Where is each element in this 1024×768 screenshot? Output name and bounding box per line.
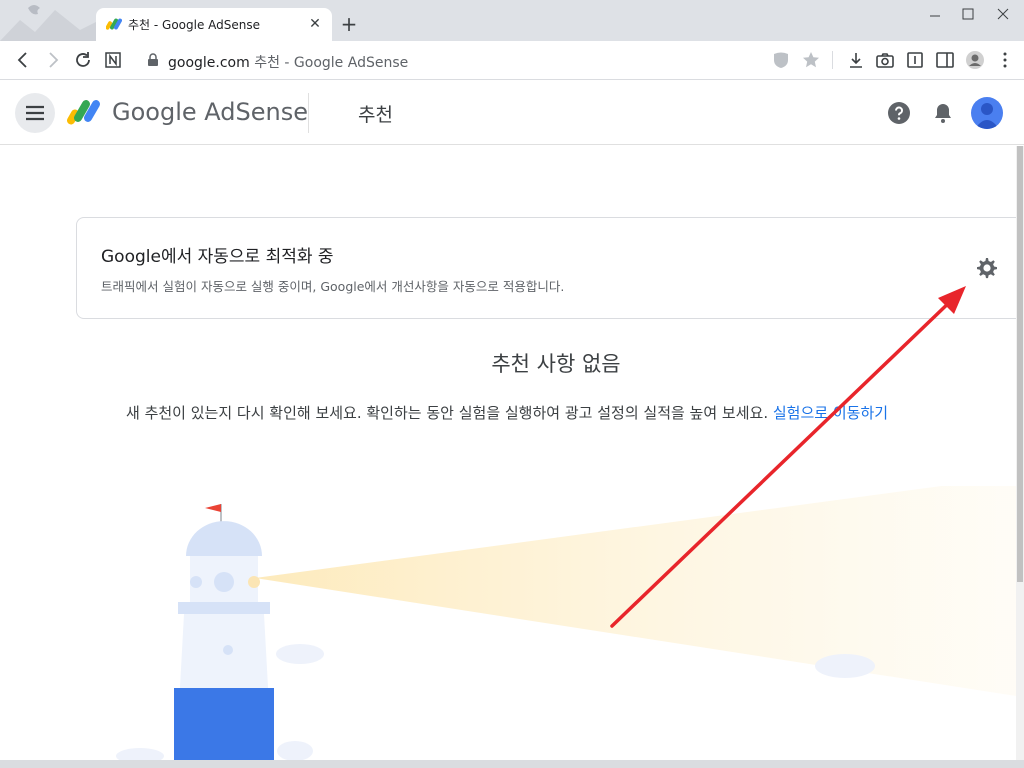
camera-icon[interactable] [874, 49, 896, 71]
flag-icon [205, 504, 221, 512]
new-tab-icon[interactable]: + [338, 13, 360, 35]
window-close-icon[interactable] [988, 2, 1018, 26]
gear-icon[interactable] [975, 256, 999, 280]
url-page-title: 추천 - Google AdSense [249, 55, 409, 71]
light-beam [255, 486, 1016, 696]
arrow-right-icon[interactable] [42, 49, 64, 71]
go-to-experiments-link[interactable]: 실험으로 이동하기 [773, 404, 888, 422]
extension-n-icon[interactable] [102, 49, 124, 71]
help-icon[interactable] [887, 101, 911, 125]
lighthouse-blue-band [174, 688, 274, 760]
arrow-left-icon[interactable] [12, 49, 34, 71]
more-vert-icon[interactable] [994, 49, 1016, 71]
tab-title: 추천 - Google AdSense [128, 18, 261, 32]
toolbar-separator [832, 51, 833, 69]
tab-strip: 추천 - Google AdSense ✕ + [0, 0, 1024, 41]
address-bar[interactable]: google.com 추천 - Google AdSense [140, 47, 760, 74]
reader-mode-icon[interactable] [904, 49, 926, 71]
minimize-icon[interactable] [920, 2, 950, 26]
adsense-favicon-icon [106, 18, 122, 30]
tabstrip-decoration [0, 5, 100, 41]
browser-tab-active[interactable]: 추천 - Google AdSense ✕ [96, 8, 332, 41]
browser-toolbar: google.com 추천 - Google AdSense [0, 41, 1024, 80]
empty-state-text: 새 추천이 있는지 다시 확인해 보세요. 확인하는 동안 실험을 실행하여 광… [126, 404, 769, 422]
app-header: Google AdSense 추천 [0, 81, 1024, 145]
lock-icon [148, 53, 158, 66]
download-icon[interactable] [845, 49, 867, 71]
brand-name: Google AdSense [112, 98, 308, 126]
adsense-logo-icon [67, 100, 100, 125]
side-panel-icon[interactable] [934, 49, 956, 71]
main-content: Google에서 자동으로 최적화 중 트래픽에서 실험이 자동으로 실행 중이… [0, 146, 1016, 760]
account-avatar[interactable] [971, 97, 1003, 129]
reload-icon[interactable] [72, 49, 94, 71]
maximize-icon[interactable] [953, 2, 983, 26]
main-menu-button[interactable] [15, 93, 55, 133]
account-icon [975, 103, 999, 129]
window-bottom-edge [0, 760, 1024, 768]
hamburger-menu-icon [26, 105, 44, 121]
empty-state-title: 추천 사항 없음 [491, 352, 621, 376]
page-title: 추천 [358, 104, 393, 126]
url-text: google.com 추천 - Google AdSense [168, 52, 408, 72]
auto-optimize-card: Google에서 자동으로 최적화 중 트래픽에서 실험이 자동으로 실행 중이… [76, 217, 1016, 319]
header-divider [308, 93, 309, 133]
card-title: Google에서 자동으로 최적화 중 [101, 247, 334, 267]
star-icon[interactable] [800, 49, 822, 71]
url-host: google.com [168, 55, 250, 71]
vertical-scrollbar[interactable] [1016, 146, 1024, 760]
lighthouse-illustration [116, 486, 1016, 760]
profile-avatar-icon[interactable] [964, 49, 986, 71]
scrollbar-thumb[interactable] [1017, 146, 1023, 582]
empty-state-description: 새 추천이 있는지 다시 확인해 보세요. 확인하는 동안 실험을 실행하여 광… [126, 402, 888, 423]
card-description: 트래픽에서 실험이 자동으로 실행 중이며, Google에서 개선사항을 자동… [101, 279, 565, 294]
bell-icon[interactable] [931, 101, 955, 125]
tab-close-icon[interactable]: ✕ [306, 15, 324, 33]
shield-icon[interactable] [770, 49, 792, 71]
